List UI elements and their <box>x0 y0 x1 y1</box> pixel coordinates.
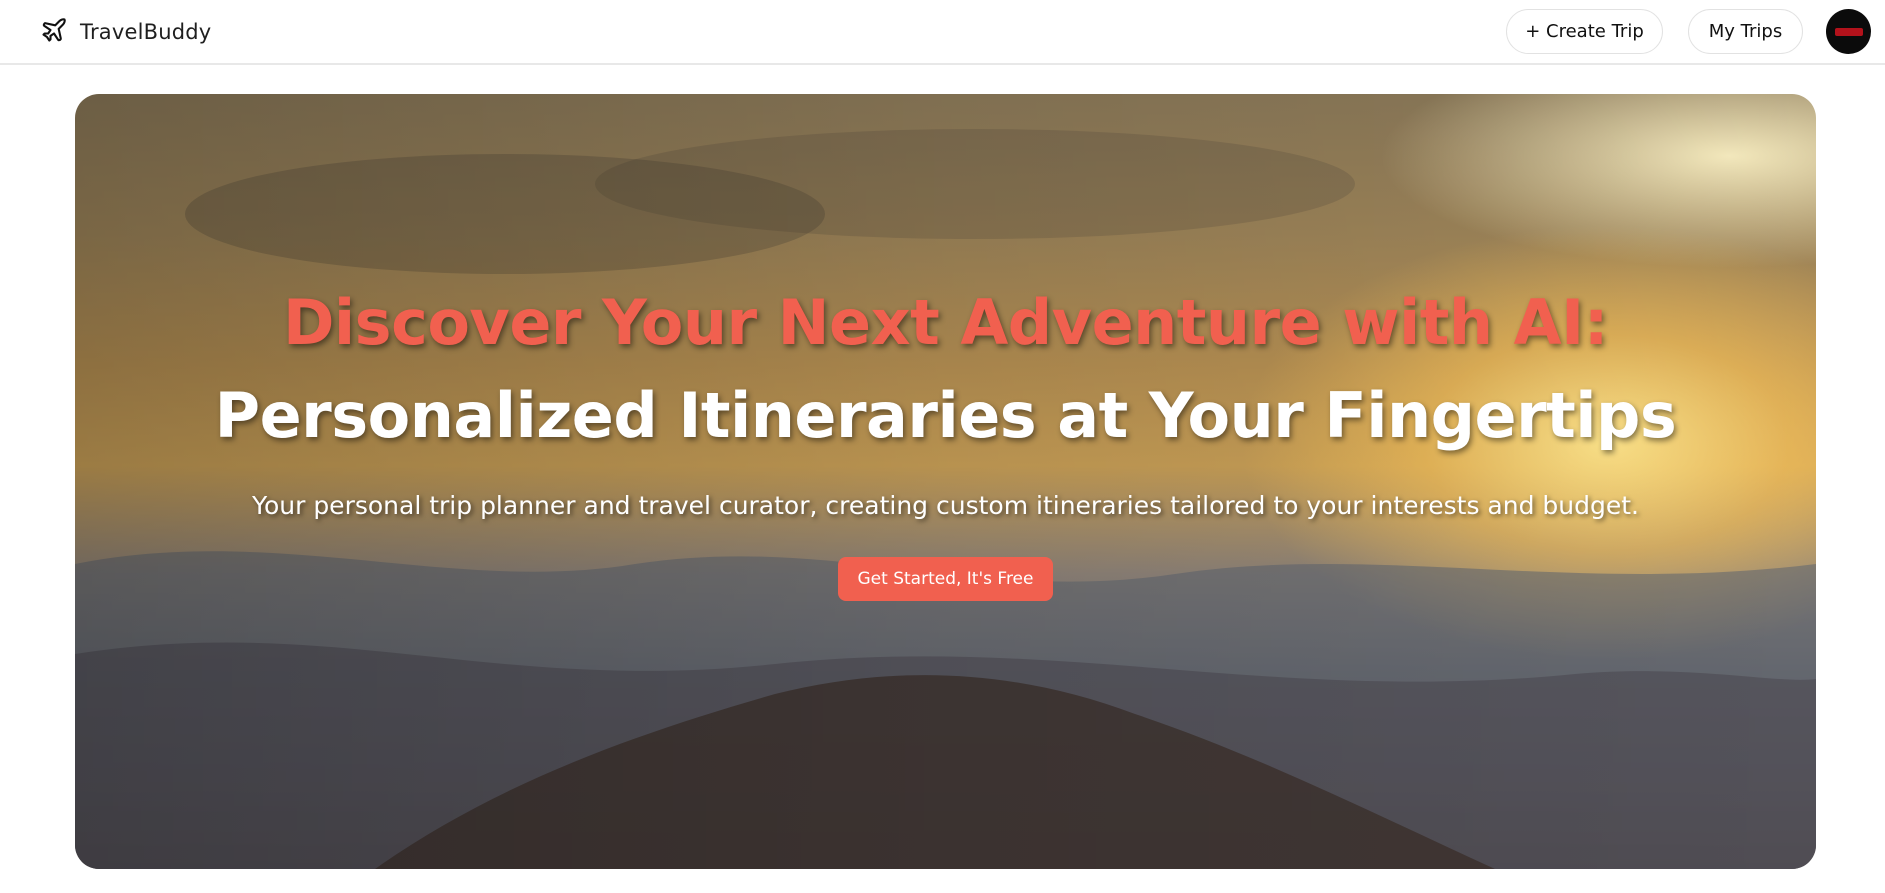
my-trips-button[interactable]: My Trips <box>1688 9 1803 54</box>
create-trip-button[interactable]: + Create Trip <box>1506 9 1663 54</box>
airplane-icon <box>40 16 68 48</box>
hero-subtitle: Your personal trip planner and travel cu… <box>252 491 1639 520</box>
brand-link[interactable]: TravelBuddy <box>40 16 211 48</box>
hero-banner: Discover Your Next Adventure with AI: Pe… <box>75 94 1816 869</box>
get-started-button[interactable]: Get Started, It's Free <box>838 557 1053 601</box>
user-avatar[interactable] <box>1826 9 1871 54</box>
hero-title: Discover Your Next Adventure with AI: Pe… <box>75 276 1816 462</box>
hero-title-accent: Discover Your Next Adventure with AI: <box>282 286 1609 359</box>
hero-content: Discover Your Next Adventure with AI: Pe… <box>75 94 1816 869</box>
top-navbar: TravelBuddy + Create Trip My Trips <box>0 0 1885 65</box>
hero-title-rest: Personalized Itineraries at Your Fingert… <box>214 379 1677 452</box>
brand-name: TravelBuddy <box>80 20 212 44</box>
avatar-image <box>1834 27 1863 36</box>
